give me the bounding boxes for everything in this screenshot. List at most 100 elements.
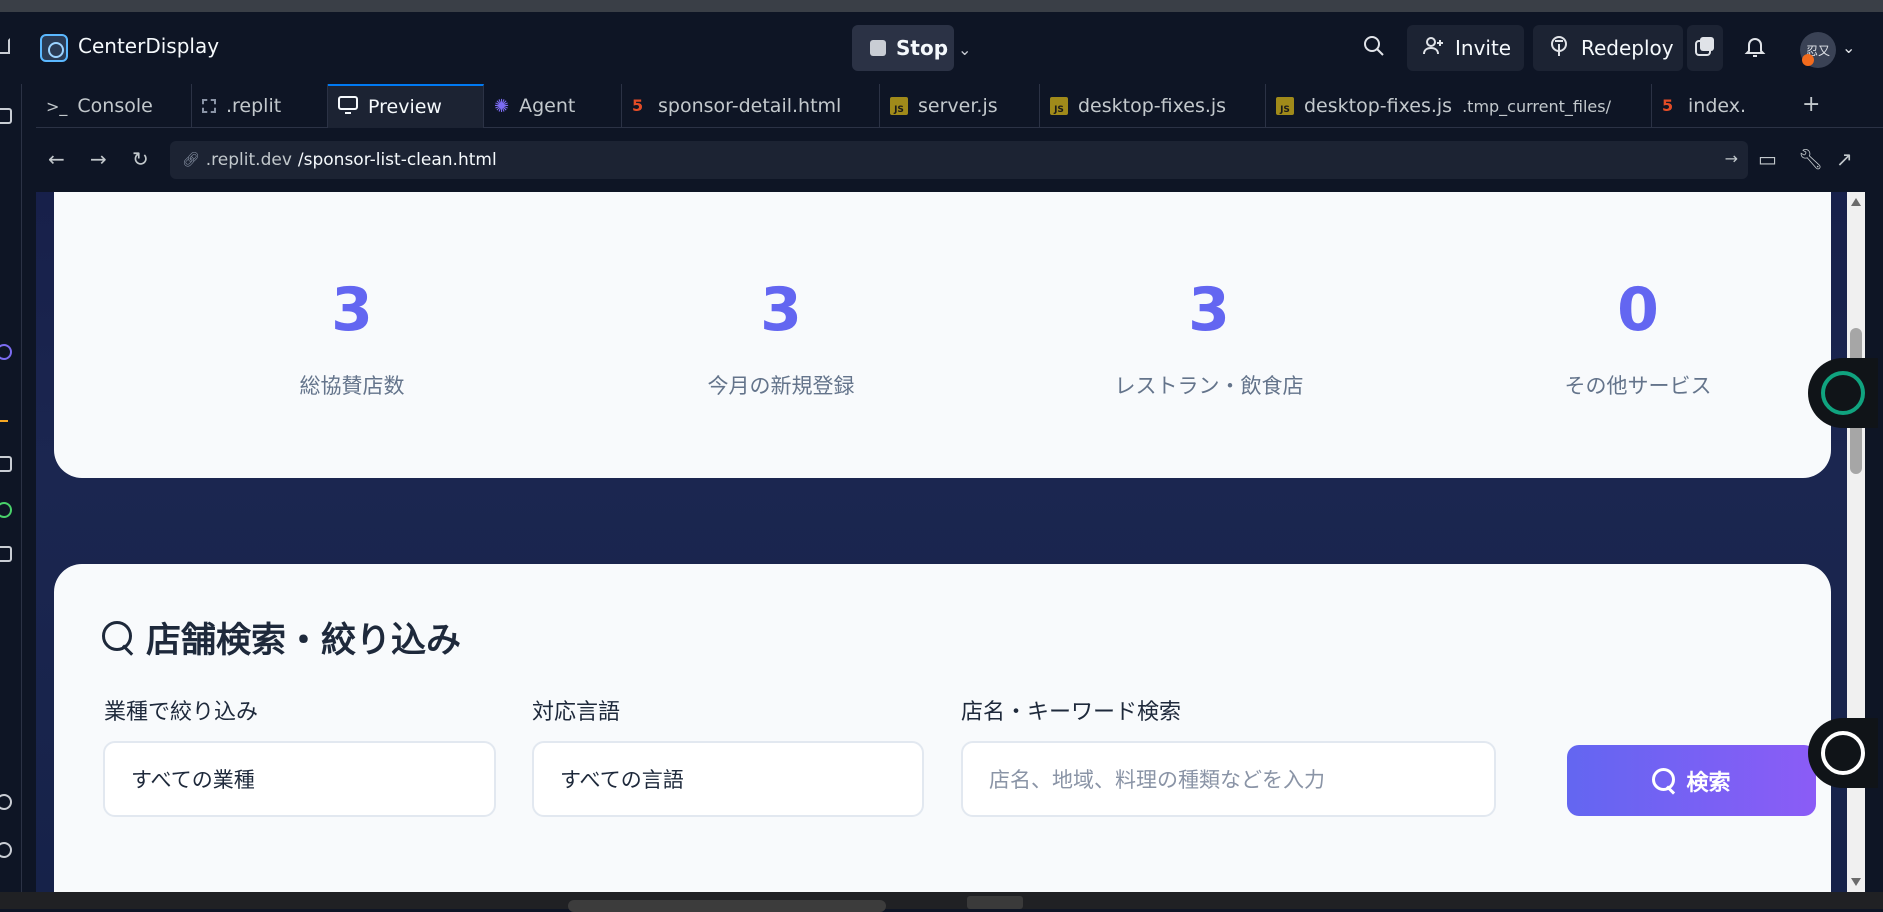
more-vertical-icon[interactable]: ⋮: [1876, 90, 1883, 115]
redeploy-button[interactable]: Redeploy: [1533, 25, 1683, 71]
search-icon: [102, 620, 136, 655]
grid-rail-icon[interactable]: [0, 546, 12, 562]
monitor-rail-icon[interactable]: [0, 456, 12, 472]
refresh-icon[interactable]: ↻: [132, 147, 149, 171]
tab-console[interactable]: >_ Console: [36, 84, 192, 128]
js-icon: JS: [1050, 97, 1068, 115]
home-icon[interactable]: [0, 38, 10, 54]
stop-label: Stop: [896, 36, 949, 60]
scroll-up-arrow-icon[interactable]: [1851, 198, 1861, 206]
tab-label: server.js: [918, 95, 998, 117]
tab-sponsor-detail[interactable]: 5 sponsor-detail.html: [622, 84, 880, 128]
console-icon: >_: [46, 96, 68, 116]
taskbar-app[interactable]: [967, 896, 1023, 909]
stat-restaurants: 3 レストラン・飲食店: [1049, 280, 1369, 400]
keyword-search-input[interactable]: 店名、地域、料理の種類などを入力: [961, 741, 1496, 817]
category-filter-label: 業種で絞り込み: [104, 700, 259, 725]
help-rail-icon[interactable]: [0, 842, 12, 858]
floating-ai-assistant-button[interactable]: [1808, 358, 1878, 428]
left-tool-rail: [0, 84, 22, 892]
stat-value: 3: [760, 275, 802, 345]
device-preview-icon[interactable]: ▭: [1758, 147, 1777, 171]
os-taskbar: [0, 892, 1883, 912]
collapse-sidebar-icon[interactable]: [0, 108, 12, 124]
devtools-wrench-icon[interactable]: 🔧︎: [1798, 147, 1823, 171]
url-input[interactable]: 🔗︎ .replit.dev/sponsor-list-clean.html →: [170, 141, 1748, 179]
stat-total-sponsors: 3 総協賛店数: [192, 280, 512, 400]
keyword-search-label: 店名・キーワード検索: [961, 700, 1182, 725]
avatar-status-dot: [1802, 54, 1814, 66]
js-icon: JS: [1276, 97, 1294, 115]
floating-ai-tool-button[interactable]: [1808, 718, 1878, 788]
preview-viewport: 3 総協賛店数 3 今月の新規登録 3 レストラン・飲食店 0 その他サービス …: [36, 192, 1847, 892]
chevron-down-icon[interactable]: ⌄: [958, 40, 971, 59]
taskbar-search-pill[interactable]: [568, 900, 886, 912]
add-tab-icon[interactable]: +: [1802, 92, 1820, 117]
tab-label: .replit: [226, 95, 282, 117]
rail-divider: [0, 420, 8, 422]
agent-icon: ✺: [494, 95, 510, 117]
tab-label: desktop-fixes.js: [1304, 95, 1453, 117]
stat-new-this-month: 3 今月の新規登録: [621, 280, 941, 400]
url-domain: .replit.dev: [205, 150, 292, 170]
settings-rail-icon[interactable]: [0, 794, 12, 810]
app-title[interactable]: CenterDisplay: [78, 34, 219, 58]
html-icon: 5: [632, 96, 644, 115]
search-button-label: 検索: [1686, 770, 1731, 796]
search-section-title: 店舗検索・絞り込み: [102, 612, 461, 663]
url-path: /sponsor-list-clean.html: [297, 150, 497, 170]
back-arrow-icon[interactable]: ←: [48, 147, 65, 171]
replit-config-icon: [202, 99, 216, 113]
tab-label: Preview: [368, 96, 442, 118]
stop-button[interactable]: Stop: [852, 25, 954, 71]
invite-button[interactable]: Invite: [1407, 25, 1524, 71]
tab-preview[interactable]: Preview: [328, 84, 484, 128]
avatar-chevron-down-icon[interactable]: ⌄: [1842, 38, 1855, 57]
stop-icon: [870, 40, 886, 56]
stat-value: 3: [331, 275, 373, 345]
editor-tab-bar: >_ Console .replit Preview ✺ Agent 5 spo…: [36, 84, 1883, 128]
deploy-icon: [1547, 34, 1571, 63]
workspace-header: CenterDisplay Stop ⌄ Invite Redeploy 忍又 …: [0, 12, 1883, 84]
forward-arrow-icon[interactable]: →: [90, 147, 107, 171]
tab-label: index.: [1688, 95, 1747, 117]
tab-server-js[interactable]: JS server.js: [880, 84, 1040, 128]
stat-label: 総協賛店数: [299, 374, 405, 398]
stat-value: 3: [1188, 275, 1230, 345]
go-arrow-icon[interactable]: →: [1725, 149, 1738, 168]
agent-rail-icon[interactable]: [0, 344, 12, 360]
tab-desktop-fixes[interactable]: JS desktop-fixes.js: [1040, 84, 1266, 128]
replit-workspace: CenterDisplay Stop ⌄ Invite Redeploy 忍又 …: [0, 12, 1883, 892]
add-user-icon: [1421, 34, 1445, 63]
tab-sublabel: .tmp_current_files/: [1462, 96, 1611, 116]
stat-label: その他サービス: [1564, 374, 1712, 398]
js-icon: JS: [890, 97, 908, 115]
search-button[interactable]: 検索: [1567, 745, 1816, 816]
monitor-icon: [338, 95, 358, 119]
stat-label: レストラン・飲食店: [1114, 374, 1304, 398]
tab-label: desktop-fixes.js: [1078, 95, 1227, 117]
stat-label: 今月の新規登録: [707, 374, 855, 398]
open-new-tab-icon[interactable]: ↗: [1836, 147, 1853, 171]
stat-other-services: 0 その他サービス: [1478, 280, 1798, 400]
copy-deploy-button[interactable]: [1687, 25, 1723, 71]
link-icon: 🔗︎: [182, 152, 200, 168]
tab-agent[interactable]: ✺ Agent: [484, 84, 622, 128]
search-icon: [1652, 767, 1678, 794]
tab-label: Agent: [519, 95, 576, 117]
redeploy-label: Redeploy: [1581, 36, 1674, 60]
window-titlebar-strip: [0, 0, 1883, 12]
tab-label: sponsor-detail.html: [658, 95, 842, 117]
search-icon[interactable]: [1362, 34, 1386, 64]
language-filter-label: 対応言語: [532, 700, 621, 725]
tab-desktop-fixes-tmp[interactable]: JS desktop-fixes.js .tmp_current_files/: [1266, 84, 1652, 128]
tab-replit[interactable]: .replit: [192, 84, 328, 128]
category-select[interactable]: すべての業種: [103, 741, 496, 817]
scroll-down-arrow-icon[interactable]: [1851, 878, 1861, 886]
bell-icon[interactable]: [1743, 34, 1767, 64]
deploy-rail-icon[interactable]: [0, 502, 12, 518]
preview-url-row: ← → ↻ 🔗︎ .replit.dev/sponsor-list-clean.…: [36, 139, 1883, 181]
stat-value: 0: [1617, 275, 1659, 345]
language-select[interactable]: すべての言語: [532, 741, 924, 817]
tab-index[interactable]: 5 index.: [1652, 84, 1772, 128]
